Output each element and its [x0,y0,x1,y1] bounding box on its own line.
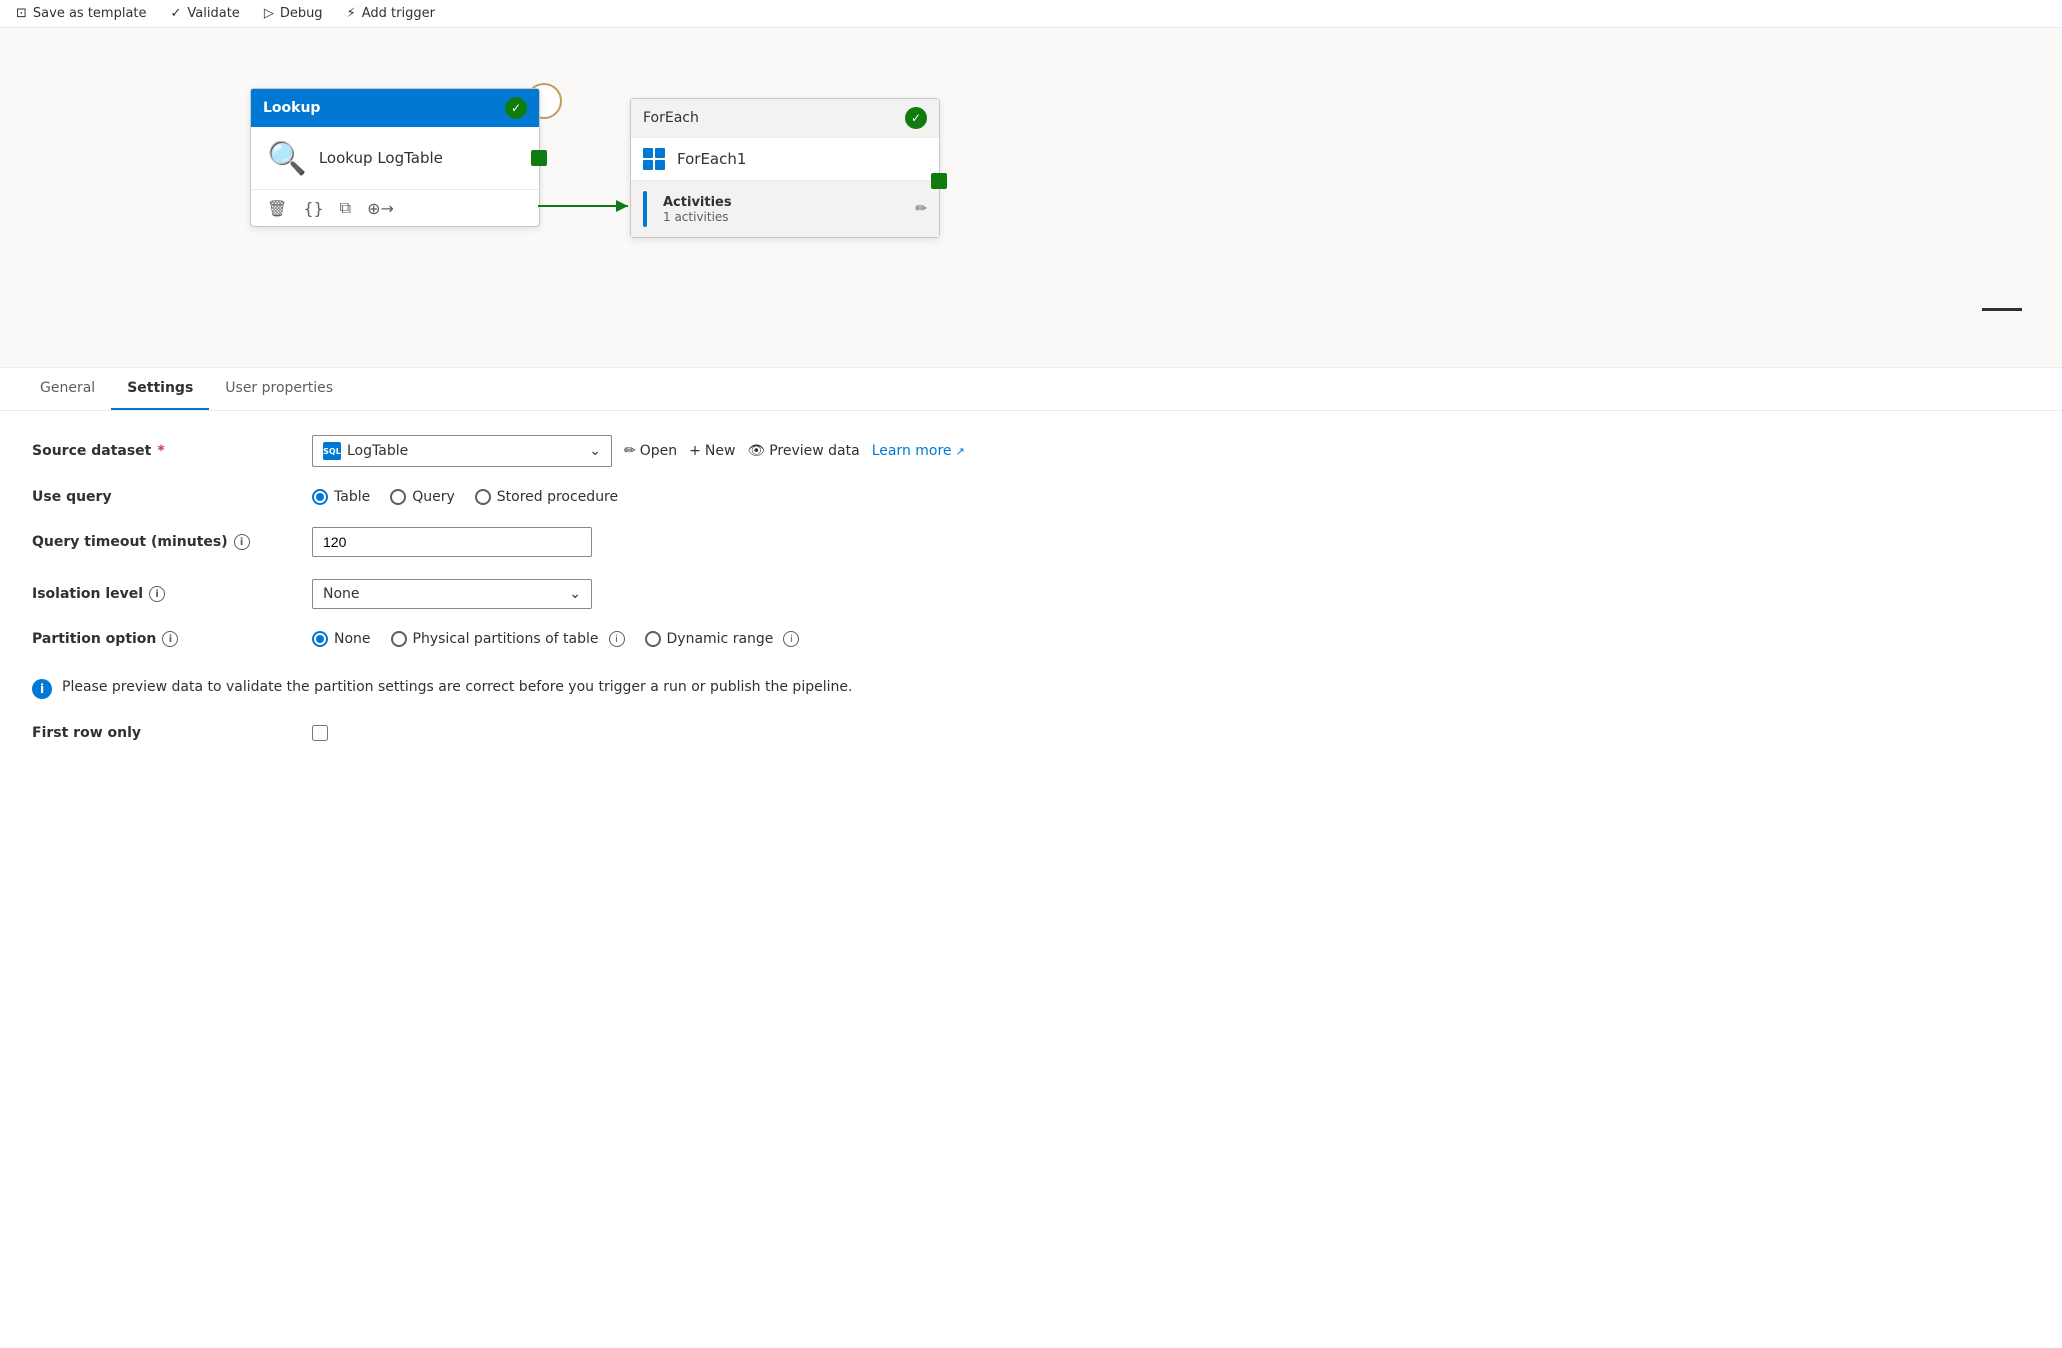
foreach-grid-icon [643,148,665,170]
radio-partition-none-circle [312,631,328,647]
sql-dataset-icon: SQL [323,442,341,460]
learn-more-link[interactable]: Learn more ↗ [872,443,965,459]
debug-icon: ▷ [264,6,274,21]
save-template-button[interactable]: ⊡ Save as template [16,6,147,21]
edit-pencil-icon: ✏ [624,443,636,459]
use-query-label: Use query [32,489,312,505]
source-dataset-dropdown[interactable]: SQL LogTable ⌄ [312,435,612,467]
query-timeout-input[interactable] [312,527,592,557]
first-row-only-controls [312,725,2030,741]
preview-icon: 👁 [747,443,765,459]
isolation-level-controls: None ⌄ [312,579,2030,609]
query-timeout-info-icon[interactable]: i [234,534,250,550]
query-timeout-row: Query timeout (minutes) i [32,527,2030,557]
lookup-node-header: Lookup ✓ [251,89,539,127]
radio-stored-procedure[interactable]: Stored procedure [475,489,618,505]
lookup-output-connector [531,150,547,166]
radio-query-circle [390,489,406,505]
settings-tabs: General Settings User properties [0,368,2062,411]
radio-query[interactable]: Query [390,489,455,505]
separator-line [1982,308,2022,311]
activities-bar [643,191,647,227]
preview-data-button[interactable]: 👁 Preview data [747,443,859,459]
source-dataset-label: Source dataset * [32,443,312,459]
radio-dynamic-range[interactable]: Dynamic range i [645,631,800,647]
tab-user-properties[interactable]: User properties [209,368,349,410]
use-query-controls: Table Query Stored procedure [312,489,2030,505]
open-dataset-button[interactable]: ✏ Open [624,443,677,459]
first-row-only-label: First row only [32,725,312,741]
validate-button[interactable]: ✓ Validate [171,6,240,21]
first-row-only-checkbox[interactable] [312,725,328,741]
foreach-node-header: ForEach ✓ [631,99,939,138]
radio-stored-proc-circle [475,489,491,505]
first-row-only-row: First row only [32,725,2030,741]
query-timeout-controls [312,527,2030,557]
lookup-node[interactable]: Lookup ✓ 🔍 Lookup LogTable 🗑 {} ⧉ ⊕→ [250,88,540,227]
radio-table[interactable]: Table [312,489,370,505]
radio-dynamic-range-circle [645,631,661,647]
required-indicator: * [157,443,164,459]
physical-partitions-info-icon[interactable]: i [609,631,625,647]
partition-radio-group: None Physical partitions of table i Dyna… [312,631,799,647]
plus-icon: + [689,443,701,459]
add-activity-icon[interactable]: ⊕→ [367,199,394,218]
lookup-success-badge: ✓ [505,97,527,119]
use-query-radio-group: Table Query Stored procedure [312,489,618,505]
add-trigger-button[interactable]: ⚡ Add trigger [347,6,435,21]
isolation-level-row: Isolation level i None ⌄ [32,579,2030,609]
foreach-activities-section: Activities 1 activities ✏ [631,180,939,237]
foreach-node-body: ForEach1 [631,138,939,180]
foreach-output-connector [931,173,947,189]
copy-icon[interactable]: ⧉ [340,198,351,218]
radio-physical-partitions-circle [391,631,407,647]
validate-icon: ✓ [171,6,182,21]
new-dataset-button[interactable]: + New [689,443,735,459]
isolation-level-label: Isolation level i [32,586,312,602]
chevron-down-icon: ⌄ [589,443,601,459]
external-link-icon: ↗ [956,445,965,458]
source-dataset-row: Source dataset * SQL LogTable ⌄ ✏ Open +… [32,435,2030,467]
radio-table-circle [312,489,328,505]
query-timeout-label: Query timeout (minutes) i [32,534,312,550]
foreach-node[interactable]: ForEach ✓ ForEach1 Activities 1 activiti… [630,98,940,238]
partition-option-label: Partition option i [32,631,312,647]
partition-option-info-icon[interactable]: i [162,631,178,647]
toolbar: ⊡ Save as template ✓ Validate ▷ Debug ⚡ … [0,0,2062,28]
code-icon[interactable]: {} [303,199,323,218]
use-query-row: Use query Table Query Stored procedure [32,489,2030,505]
delete-icon[interactable]: 🗑 [267,199,287,218]
edit-activities-icon[interactable]: ✏ [915,201,927,217]
lookup-search-icon: 🔍 [267,139,307,177]
partition-option-row: Partition option i None Physical partiti… [32,631,2030,647]
dynamic-range-info-icon[interactable]: i [783,631,799,647]
foreach-success-badge: ✓ [905,107,927,129]
save-template-icon: ⊡ [16,6,27,21]
add-trigger-icon: ⚡ [347,6,356,21]
radio-physical-partitions[interactable]: Physical partitions of table i [391,631,625,647]
radio-partition-none[interactable]: None [312,631,371,647]
debug-button[interactable]: ▷ Debug [264,6,323,21]
chevron-down-icon: ⌄ [569,586,581,602]
info-icon: i [32,679,52,699]
isolation-level-info-icon[interactable]: i [149,586,165,602]
settings-panel: Source dataset * SQL LogTable ⌄ ✏ Open +… [0,411,2062,1325]
lookup-node-actions: 🗑 {} ⧉ ⊕→ [251,189,539,226]
partition-option-controls: None Physical partitions of table i Dyna… [312,631,2030,647]
source-dataset-controls: SQL LogTable ⌄ ✏ Open + New 👁 Preview da… [312,435,2030,467]
tab-general[interactable]: General [24,368,111,410]
isolation-level-dropdown[interactable]: None ⌄ [312,579,592,609]
lookup-node-body: 🔍 Lookup LogTable [251,127,539,189]
partition-info-message: i Please preview data to validate the pa… [32,669,2030,709]
tab-settings[interactable]: Settings [111,368,209,410]
pipeline-canvas: Lookup ✓ 🔍 Lookup LogTable 🗑 {} ⧉ ⊕→ For… [0,28,2062,368]
